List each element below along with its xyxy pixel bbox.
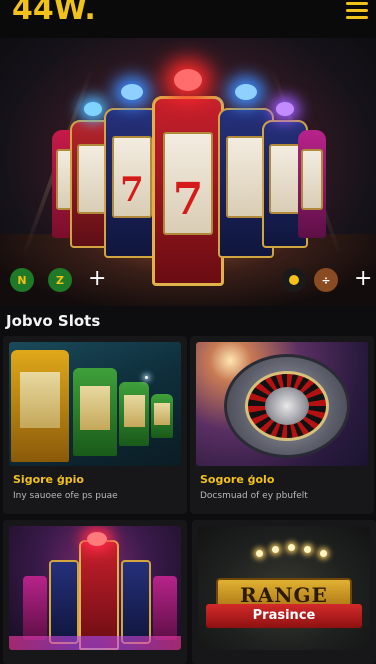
site-logo[interactable]: 44W. [12, 0, 96, 27]
game-card[interactable]: RANGE Prasince [192, 520, 376, 664]
hamburger-menu-icon[interactable] [344, 0, 370, 22]
card-subtitle: Docsmuad of ey pbufelt [200, 491, 308, 501]
card-title: Sigore ģpio [13, 473, 84, 486]
plus-icon[interactable]: + [88, 268, 106, 290]
game-card[interactable]: Sogore ģolo Docsmuad of ey pbufelt [190, 336, 374, 514]
slot-machine [298, 130, 326, 238]
card-subtitle: Iny sauoee ofe ps puae [13, 491, 118, 501]
game-card[interactable]: Sigore ģpio Iny sauoee ofe ps puae [3, 336, 187, 514]
game-card[interactable] [3, 520, 187, 664]
game-thumbnail [9, 526, 181, 650]
roulette-wheel-icon [224, 354, 350, 458]
game-thumbnail [9, 342, 181, 466]
game-thumbnail [196, 342, 368, 466]
badge-z-button[interactable]: Z [48, 268, 72, 292]
top-header: 44W. [0, 0, 376, 38]
section-title: Jobvo Slots [6, 312, 101, 330]
card-title: Sogore ģolo [200, 473, 275, 486]
game-thumbnail: RANGE Prasince [198, 526, 370, 650]
hero-controls: N Z + ÷ + [0, 260, 376, 300]
plus-icon-right[interactable]: + [354, 268, 372, 290]
hero-banner[interactable]: 7 7 N Z + ÷ + [0, 38, 376, 306]
slot-machine: 7 [152, 69, 224, 286]
game-logo-ribbon: Prasince [206, 604, 362, 628]
badge-n-button[interactable]: N [10, 268, 34, 292]
seven-symbol: 7 [120, 169, 144, 210]
badge-divide-button[interactable]: ÷ [314, 268, 338, 292]
seven-symbol: 7 [172, 174, 204, 226]
coin-icon[interactable] [282, 268, 306, 292]
ribbon-text: Prasince [252, 608, 316, 623]
